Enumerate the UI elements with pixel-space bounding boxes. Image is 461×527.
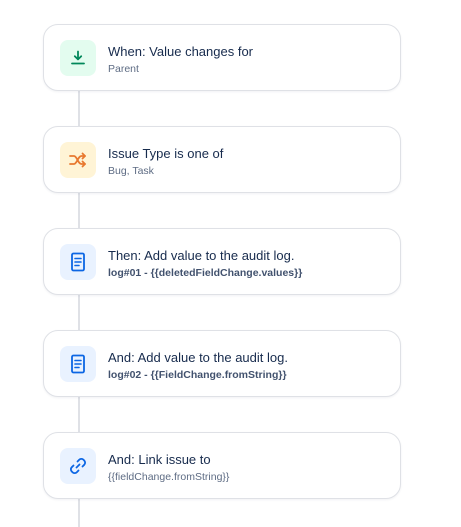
flow-connector (78, 397, 80, 432)
flow-connector (78, 91, 80, 126)
trigger-icon-box (60, 40, 96, 76)
action-card-audit-log-1[interactable]: Then: Add value to the audit log. log#01… (43, 228, 401, 295)
step-title: And: Link issue to (108, 452, 211, 467)
condition-card-issue-type[interactable]: Issue Type is one of Bug, Task (43, 126, 401, 193)
trigger-card-value-changes[interactable]: When: Value changes for Parent (43, 24, 401, 91)
action-icon-box (60, 346, 96, 382)
step-title: Then: Add value to the audit log. (108, 248, 295, 263)
step-subtitle: log#02 - {{FieldChange.fromString}} (108, 369, 287, 381)
step-subtitle: {{fieldChange.fromString}} (108, 471, 230, 483)
action-card-link-issue[interactable]: And: Link issue to {{fieldChange.fromStr… (43, 432, 401, 499)
step-title: When: Value changes for (108, 44, 254, 59)
flow-connector (78, 295, 80, 330)
flow-connector (78, 193, 80, 228)
step-title: Issue Type is one of (108, 146, 224, 161)
step-subtitle: Bug, Task (108, 165, 154, 177)
action-icon-box (60, 448, 96, 484)
flow-connector (78, 499, 80, 527)
document-icon (71, 252, 85, 272)
link-icon (70, 458, 86, 474)
document-icon (71, 354, 85, 374)
shuffle-icon (69, 152, 86, 168)
step-title: And: Add value to the audit log. (108, 350, 288, 365)
automation-rule-flow: When: Value changes for Parent Issue Typ… (0, 0, 461, 527)
field-download-icon (71, 50, 85, 65)
step-subtitle: Parent (108, 63, 139, 75)
action-icon-box (60, 244, 96, 280)
action-card-audit-log-2[interactable]: And: Add value to the audit log. log#02 … (43, 330, 401, 397)
step-subtitle: log#01 - {{deletedFieldChange.values}} (108, 267, 303, 279)
condition-icon-box (60, 142, 96, 178)
